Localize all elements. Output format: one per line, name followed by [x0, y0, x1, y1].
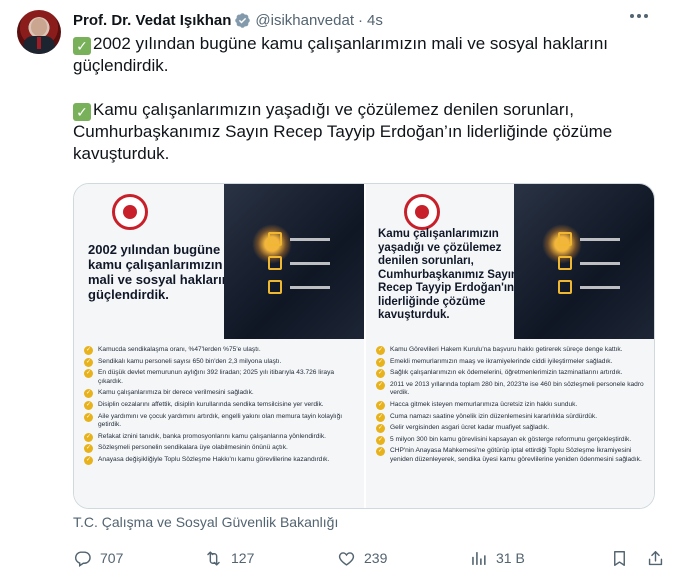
author-handle[interactable]: @isikhanvedat — [255, 12, 354, 29]
list-item: Gelir vergisinden asgari ücret kadar mua… — [376, 424, 646, 433]
list-item: Refakat iznini tanıdık, banka promosyonl… — [84, 432, 356, 442]
list-item: CHP'nin Anayasa Mahkemesi'ne götürüp ipt… — [376, 447, 646, 464]
tweet-paragraph-1-text: 2002 yılından bugüne kamu çalışanlarımız… — [73, 34, 608, 75]
avatar-tie — [37, 37, 41, 49]
hand-checklist-photo — [514, 184, 654, 339]
bullet-list: Kamu Görevlileri Hakem Kurulu'na başvuru… — [376, 346, 646, 468]
avatar-face — [31, 18, 47, 36]
list-item: Kamucda sendikalaşma oranı, %47'lerden %… — [84, 346, 356, 355]
list-item: Aile yardımını ve çocuk yardımını artırd… — [84, 412, 356, 430]
list-item: 5 milyon 300 bin kamu görevlisini kapsay… — [376, 435, 646, 445]
like-button[interactable]: 239 — [337, 547, 387, 569]
retweet-count: 127 — [231, 550, 255, 566]
infographic-header: Kamu çalışanlarımızın yaşadığı ve çözüle… — [366, 184, 654, 339]
media-image-right[interactable]: Kamu çalışanlarımızın yaşadığı ve çözüle… — [364, 184, 654, 508]
like-icon — [338, 551, 355, 566]
list-item: Sözleşmeli personelin sendikalara üye ol… — [84, 444, 356, 453]
list-item: Hacca gitmek isteyen memurlarımıza ücret… — [376, 400, 646, 410]
more-icon[interactable] — [630, 14, 648, 18]
retweet-button[interactable]: 127 — [204, 547, 254, 569]
list-item: Disiplin cezalarını affettik, disiplin k… — [84, 400, 356, 410]
media-caption[interactable]: T.C. Çalışma ve Sosyal Güvenlik Bakanlığ… — [73, 514, 338, 530]
reply-count: 707 — [100, 550, 124, 566]
tweet[interactable]: Prof. Dr. Vedat Işıkhan @isikhanvedat · … — [0, 0, 684, 574]
ministry-logo — [112, 194, 148, 230]
list-item: Kamu çalışanlarımıza bir derece verilmes… — [84, 389, 356, 398]
views-icon — [472, 551, 486, 565]
tweet-paragraph-2-text: Kamu çalışanlarımızın yaşadığı ve çözüle… — [73, 100, 613, 163]
tweet-header: Prof. Dr. Vedat Işıkhan @isikhanvedat · … — [73, 10, 383, 30]
like-count: 239 — [364, 550, 388, 566]
reply-icon — [74, 550, 91, 567]
media-image-left[interactable]: 2002 yılından bugüne kamu çalışanlarımız… — [74, 184, 364, 508]
verified-badge-icon[interactable] — [234, 12, 251, 29]
list-item: 2011 ve 2013 yıllarında toplam 280 bin, … — [376, 380, 646, 398]
hand-checklist-photo — [224, 184, 364, 339]
share-icon — [648, 550, 663, 565]
author-name[interactable]: Prof. Dr. Vedat Işıkhan — [73, 12, 231, 29]
list-item: Anayasa değişikliğiyle Toplu Sözleşme Ha… — [84, 455, 356, 465]
tweet-text: ✓ 2002 yılından bugüne kamu çalışanlarımı… — [73, 33, 653, 165]
list-item: Sağlık çalışanlarımızın ek ödemelerini, … — [376, 369, 646, 378]
bookmark-icon — [614, 550, 625, 566]
share-button[interactable] — [646, 547, 665, 569]
list-item: Sendikalı kamu personeli sayısı 650 bin'… — [84, 357, 356, 367]
list-item: Emekli memurlarımızın maaş ve ikramiyele… — [376, 357, 646, 367]
infographic-headline: 2002 yılından bugüne kamu çalışanlarımız… — [88, 242, 234, 302]
list-item: Cuma namazı saatine yönelik izin düzenle… — [376, 412, 646, 422]
avatar[interactable] — [17, 10, 61, 54]
retweet-icon — [207, 550, 220, 566]
tweet-paragraph-1: ✓ 2002 yılından bugüne kamu çalışanlarımı… — [73, 33, 653, 77]
views-button[interactable]: 31 B — [469, 547, 525, 569]
check-mark-icon: ✓ — [73, 103, 91, 121]
action-bar: 707 127 239 31 B — [73, 547, 663, 569]
views-count: 31 B — [496, 550, 525, 566]
list-item: En düşük devlet memurunun aylığını 392 l… — [84, 369, 356, 386]
infographic-header: 2002 yılından bugüne kamu çalışanlarımız… — [74, 184, 364, 339]
tweet-time[interactable]: 4s — [367, 12, 383, 29]
ministry-logo — [404, 194, 440, 230]
media-grid[interactable]: 2002 yılından bugüne kamu çalışanlarımız… — [73, 183, 655, 509]
list-item: Kamu Görevlileri Hakem Kurulu'na başvuru… — [376, 346, 646, 355]
bullet-list: Kamucda sendikalaşma oranı, %47'lerden %… — [84, 346, 356, 468]
check-mark-icon: ✓ — [73, 37, 91, 55]
bookmark-button[interactable] — [610, 547, 629, 569]
reply-button[interactable]: 707 — [73, 547, 123, 569]
separator-dot: · — [358, 11, 364, 29]
tweet-paragraph-2: ✓ Kamu çalışanlarımızın yaşadığı ve çözül… — [73, 99, 653, 165]
